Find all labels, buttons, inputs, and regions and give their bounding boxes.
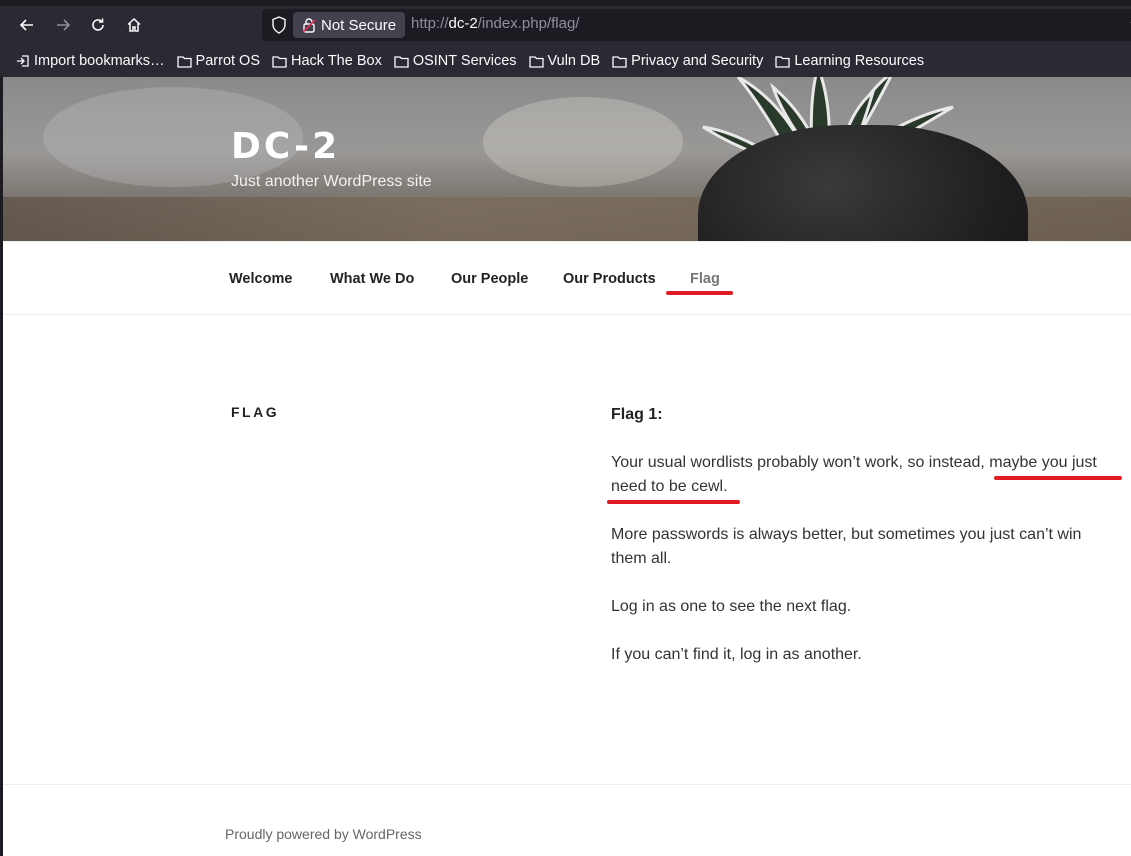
folder-icon <box>176 55 192 68</box>
bookmark-label: Learning Resources <box>794 53 925 69</box>
home-icon <box>127 17 141 32</box>
forward-arrow-icon <box>57 19 71 31</box>
flag-heading: Flag 1: <box>611 406 663 423</box>
primary-navigation: Welcome What We Do Our People Our Produc… <box>3 241 1131 315</box>
menu-item-flag[interactable]: Flag <box>690 271 720 287</box>
page-title: FLAG <box>231 404 280 420</box>
paragraph-passwords: More passwords is always better, but som… <box>611 526 1082 567</box>
bookmark-learning-resources[interactable]: Learning Resources <box>775 53 924 69</box>
menu-item-our-people[interactable]: Our People <box>451 271 528 287</box>
folder-icon <box>394 55 409 68</box>
folder-icon <box>775 55 790 68</box>
import-icon <box>17 55 29 67</box>
paragraph-text: Your usual wordlists probably won’t work… <box>611 454 990 471</box>
reload-button[interactable] <box>85 12 111 38</box>
bookmark-import[interactable]: Import bookmarks… <box>16 53 165 69</box>
annotation-underline-hint-1 <box>994 476 1122 480</box>
bookmark-label: Parrot OS <box>195 53 261 69</box>
site-title[interactable]: DC-2 <box>231 126 340 167</box>
paragraph-login: Log in as one to see the next flag. <box>611 598 852 615</box>
bookmark-label: Import bookmarks… <box>34 53 165 69</box>
entry-content: Flag 1: Your usual wordlists probably wo… <box>611 403 1121 691</box>
bookmark-label: Privacy and Security <box>631 53 764 69</box>
bookmark-privacy-security[interactable]: Privacy and Security <box>612 53 763 69</box>
bookmark-osint-services[interactable]: OSINT Services <box>394 53 517 69</box>
bookmark-label: OSINT Services <box>412 53 517 69</box>
bookmarks-toolbar: Import bookmarks… Parrot OS Hack The Box… <box>0 48 1131 74</box>
bookmark-label: Vuln DB <box>547 53 601 69</box>
url-text[interactable]: http://dc-2/index.php/flag/ <box>411 15 579 32</box>
folder-icon <box>528 55 544 68</box>
browser-toolbar: Not Secure http://dc-2/index.php/flag/ ☆… <box>0 0 1131 77</box>
bookmark-hack-the-box[interactable]: Hack The Box <box>272 53 382 69</box>
url-path: /index.php/flag/ <box>477 15 580 32</box>
menu-item-welcome[interactable]: Welcome <box>229 271 292 287</box>
url-bar[interactable]: Not Secure http://dc-2/index.php/flag/ ☆ <box>262 9 1131 41</box>
forward-button[interactable] <box>50 12 76 38</box>
home-button[interactable] <box>121 12 147 38</box>
menu-item-what-we-do[interactable]: What We Do <box>330 271 414 287</box>
url-scheme: http:// <box>411 15 449 32</box>
back-arrow-icon <box>19 19 33 31</box>
not-secure-badge[interactable]: Not Secure <box>293 12 405 38</box>
footer-divider <box>3 784 1131 785</box>
reload-icon <box>92 18 104 31</box>
insecure-lock-icon <box>302 18 316 33</box>
bookmark-parrot-os[interactable]: Parrot OS <box>176 53 261 69</box>
not-secure-label: Not Secure <box>321 16 397 34</box>
folder-icon <box>272 55 287 68</box>
bookmark-vuln-db[interactable]: Vuln DB <box>528 53 601 69</box>
back-button[interactable] <box>14 12 40 38</box>
site-description: Just another WordPress site <box>231 173 432 190</box>
bookmark-label: Hack The Box <box>291 53 382 69</box>
url-host: dc-2 <box>448 15 478 32</box>
annotation-underline-hint-2 <box>607 500 740 504</box>
tab-strip-edge <box>0 0 1131 6</box>
paragraph-another: If you can’t find it, log in as another. <box>611 646 862 663</box>
footer-credit-link[interactable]: Proudly powered by WordPress <box>225 826 422 842</box>
paragraph-wordlists: Your usual wordlists probably won’t work… <box>611 451 1121 499</box>
header-image <box>3 77 1131 241</box>
annotation-underline-flag <box>666 291 733 295</box>
tracking-protection-icon[interactable] <box>270 16 288 34</box>
menu-item-our-products[interactable]: Our Products <box>563 271 656 287</box>
folder-icon <box>612 55 627 68</box>
